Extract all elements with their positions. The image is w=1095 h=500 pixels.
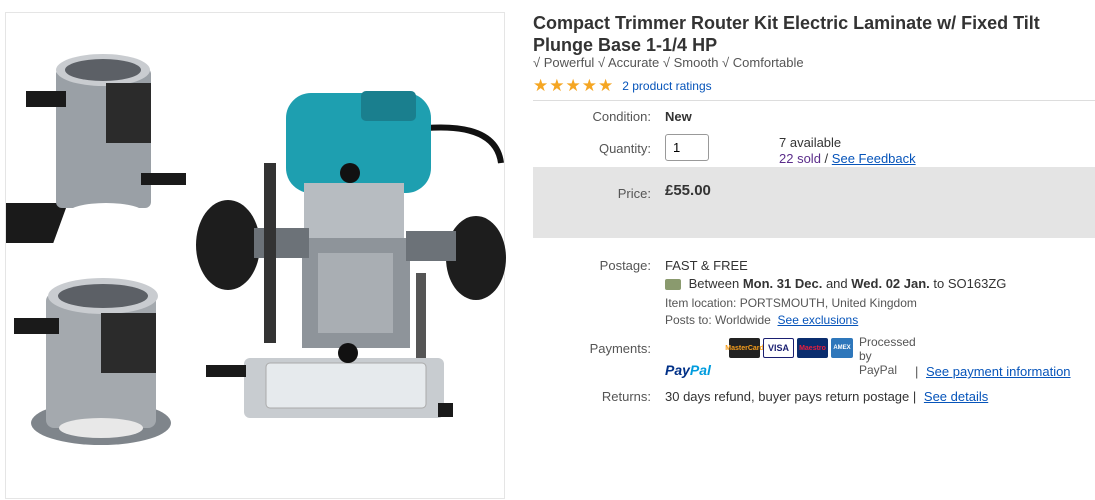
mastercard-icon: MasterCard: [725, 338, 764, 358]
condition-value: New: [665, 109, 692, 124]
delivery-date-to: Wed. 02 Jan.: [851, 276, 930, 291]
see-exclusions-link[interactable]: See exclusions: [778, 313, 859, 327]
payment-cards: MasterCard VISA Maestro AMEX: [725, 338, 856, 358]
product-ratings-link[interactable]: 2 product ratings: [622, 79, 711, 93]
delivery-postcode: to SO163ZG: [933, 276, 1007, 291]
sold-feedback-row: 22 sold / See Feedback: [779, 151, 916, 166]
item-location-label: Item location:: [665, 296, 737, 310]
amex-icon: AMEX: [831, 338, 853, 358]
product-image[interactable]: [6, 13, 506, 500]
returns-row: 30 days refund, buyer pays return postag…: [665, 389, 988, 404]
sold-separator: /: [824, 151, 829, 166]
posts-to-value: Worldwide: [715, 313, 771, 327]
payments-label: Payments:: [589, 341, 651, 356]
product-title: Compact Trimmer Router Kit Electric Lami…: [533, 13, 1040, 55]
delivery-date-from: Mon. 31 Dec.: [742, 276, 823, 291]
star-icon: ★: [598, 76, 614, 95]
item-location: PORTSMOUTH, United Kingdom: [739, 296, 917, 310]
price-value: £55.00: [665, 182, 711, 199]
maestro-icon: Maestro: [797, 338, 828, 358]
sold-count-link[interactable]: 22 sold: [779, 151, 821, 166]
available-count: 7 available: [779, 135, 842, 150]
router-illustration: [196, 91, 506, 418]
rating-stars[interactable]: ★ ★ ★ ★ ★ 2 product ratings: [533, 77, 712, 94]
processed-by-paypal: Processed by PayPal: [859, 335, 916, 377]
see-details-link[interactable]: See details: [924, 389, 988, 404]
item-location-row: Item location: PORTSMOUTH, United Kingdo…: [665, 296, 917, 310]
returns-label: Returns:: [601, 389, 651, 404]
star-icon: ★: [549, 76, 565, 95]
posts-to-row: Posts to: Worldwide See exclusions: [665, 313, 858, 327]
and-text: and: [825, 276, 848, 291]
price-box: Price: £55.00: [533, 167, 1095, 238]
star-icon: ★: [565, 76, 581, 95]
visa-icon: VISA: [763, 338, 794, 358]
postage-label: Postage:: [599, 258, 651, 273]
see-payment-information-link[interactable]: See payment information: [926, 364, 1071, 379]
product-subtitle: √ Powerful √ Accurate √ Smooth √ Comfort…: [533, 55, 804, 70]
posts-to-label: Posts to:: [665, 313, 712, 327]
between-text: Between: [688, 276, 740, 291]
star-icon: ★: [533, 76, 549, 95]
postage-value: FAST & FREE: [665, 258, 748, 273]
see-feedback-link[interactable]: See Feedback: [832, 151, 916, 166]
quantity-input[interactable]: [665, 134, 709, 161]
condition-label: Condition:: [592, 109, 651, 124]
price-label: Price:: [617, 186, 651, 201]
divider: [533, 100, 1095, 101]
quantity-label: Quantity:: [598, 141, 651, 156]
paypal-logo: PayPal: [665, 362, 711, 378]
payment-info-separator: |: [915, 364, 919, 379]
truck-icon: [665, 279, 681, 291]
returns-value: 30 days refund, buyer pays return postag…: [665, 389, 910, 404]
product-image-panel[interactable]: [5, 12, 506, 500]
delivery-estimate: Between Mon. 31 Dec. and Wed. 02 Jan. to…: [665, 276, 1006, 291]
payment-info-row: | See payment information: [915, 364, 1071, 379]
star-icon: ★: [581, 76, 597, 95]
fixed-base-illustration: [6, 54, 186, 243]
plunge-base-illustration: [14, 278, 171, 445]
returns-separator: |: [912, 389, 917, 404]
